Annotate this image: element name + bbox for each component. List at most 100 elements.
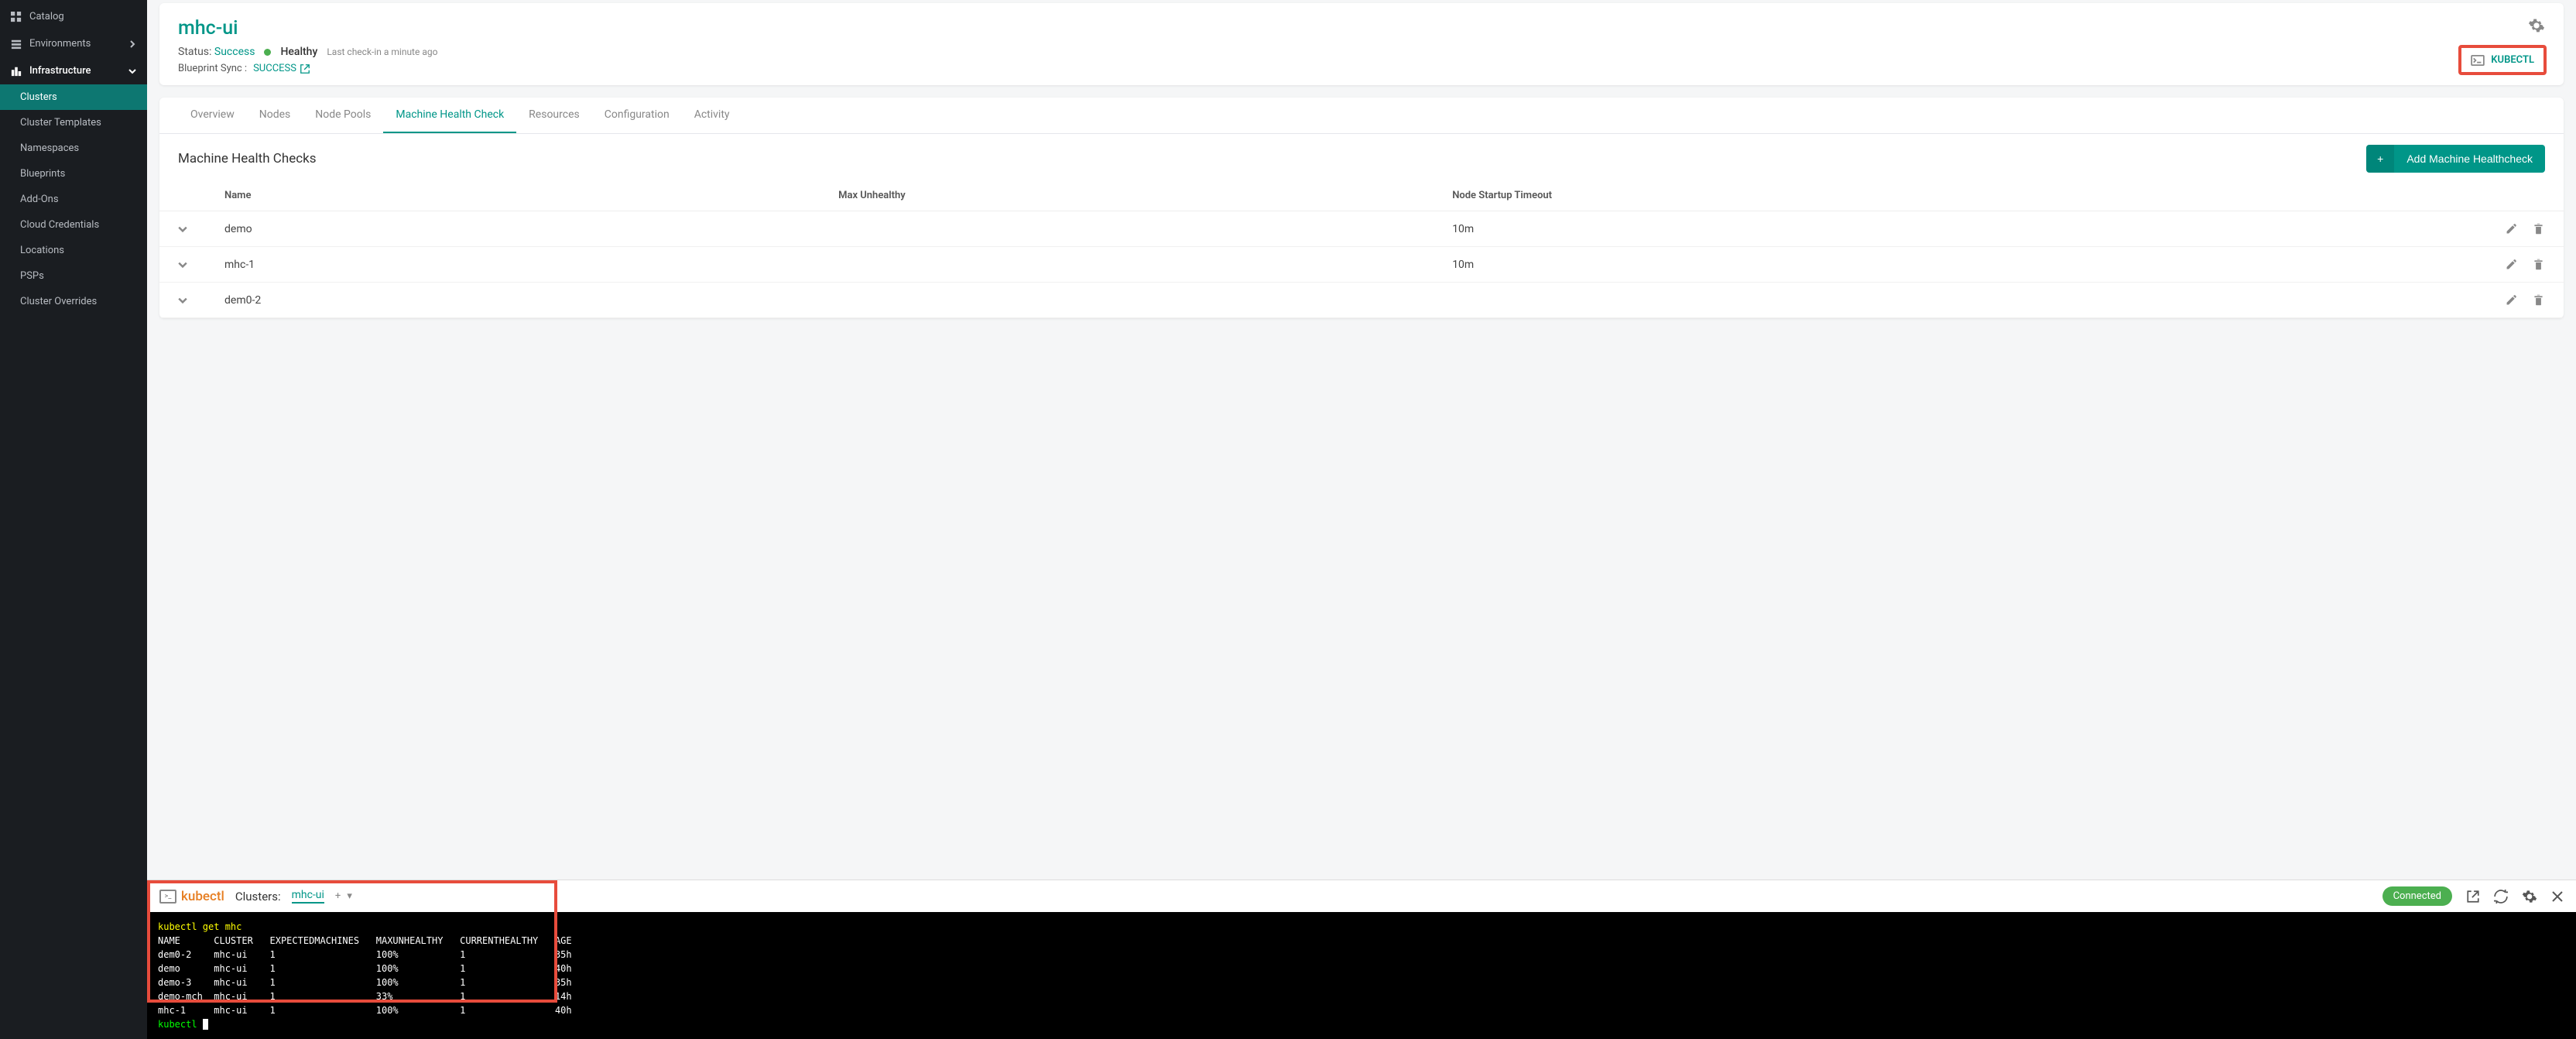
section-title: Machine Health Checks xyxy=(178,151,317,166)
health-text: Healthy xyxy=(280,46,317,58)
sidebar-item-blueprints[interactable]: Blueprints xyxy=(0,161,147,187)
tab-node-pools[interactable]: Node Pools xyxy=(303,98,383,133)
add-cluster-icon[interactable]: + xyxy=(335,890,341,902)
status-value: Success xyxy=(214,46,255,58)
col-header-max: Max Unhealthy xyxy=(838,190,1452,201)
terminal-body[interactable]: kubectl get mhc NAME CLUSTER EXPECTEDMAC… xyxy=(147,912,2576,1039)
kubectl-button-label: KUBECTL xyxy=(2491,54,2534,66)
sidebar-item-cluster-templates[interactable]: Cluster Templates xyxy=(0,110,147,135)
terminal-row: demo-3 mhc-ui 1 100% 1 35h xyxy=(158,977,572,988)
kubectl-logo-text: kubectl xyxy=(181,889,224,904)
tabs: Overview Nodes Node Pools Machine Health… xyxy=(159,98,2564,134)
cluster-dropdown-icon[interactable]: ▾ xyxy=(347,890,352,902)
cluster-selector[interactable]: mhc-ui xyxy=(292,889,324,904)
table-row: demo 10m xyxy=(159,211,2564,247)
clusters-label: Clusters: xyxy=(235,890,281,904)
plus-icon: + xyxy=(2366,145,2394,173)
expand-icon[interactable] xyxy=(178,225,187,234)
kubectl-logo: >_ kubectl xyxy=(159,889,224,904)
city-icon xyxy=(11,66,22,77)
sidebar-label: Catalog xyxy=(29,11,64,22)
mhc-table: Name Max Unhealthy Node Startup Timeout … xyxy=(159,180,2564,318)
cell-name: dem0-2 xyxy=(224,294,838,307)
expand-icon[interactable] xyxy=(178,296,187,305)
cursor-icon xyxy=(203,1019,208,1030)
close-icon[interactable] xyxy=(2551,890,2564,903)
blueprint-value: SUCCESS xyxy=(253,63,296,74)
add-machine-healthcheck-button[interactable]: + Add Machine Healthcheck xyxy=(2366,145,2545,173)
terminal-row: dem0-2 mhc-ui 1 100% 1 35h xyxy=(158,949,572,960)
cluster-header-card: mhc-ui Status: Success Healthy Last chec… xyxy=(159,3,2564,85)
sidebar-item-cloud-credentials[interactable]: Cloud Credentials xyxy=(0,212,147,238)
sidebar-label: Locations xyxy=(20,245,64,256)
open-external-icon[interactable] xyxy=(2466,890,2480,904)
chevron-down-icon xyxy=(128,67,136,75)
health-dot-icon xyxy=(264,49,271,56)
table-row: mhc-1 10m xyxy=(159,247,2564,283)
edit-icon[interactable] xyxy=(2505,222,2518,235)
gear-icon[interactable] xyxy=(2522,889,2537,904)
col-header-name: Name xyxy=(224,190,838,201)
sidebar-item-infrastructure[interactable]: Infrastructure xyxy=(0,57,147,84)
terminal-row: demo-mch mhc-ui 1 33% 1 14h xyxy=(158,991,572,1002)
tab-overview[interactable]: Overview xyxy=(178,98,247,133)
expand-icon[interactable] xyxy=(178,260,187,269)
terminal-headers: NAME CLUSTER EXPECTEDMACHINES MAXUNHEALT… xyxy=(158,935,572,946)
tab-configuration[interactable]: Configuration xyxy=(592,98,682,133)
refresh-icon[interactable] xyxy=(2494,890,2508,904)
delete-icon[interactable] xyxy=(2532,258,2545,271)
table-row: dem0-2 xyxy=(159,283,2564,318)
tab-nodes[interactable]: Nodes xyxy=(247,98,303,133)
tab-machine-health-check[interactable]: Machine Health Check xyxy=(383,98,516,133)
col-header-timeout: Node Startup Timeout xyxy=(1452,190,2475,201)
open-external-icon xyxy=(300,63,310,74)
sidebar-item-clusters[interactable]: Clusters xyxy=(0,84,147,110)
sidebar-label: Environments xyxy=(29,38,91,50)
sidebar-label: PSPs xyxy=(20,270,44,282)
sidebar-item-locations[interactable]: Locations xyxy=(0,238,147,263)
blueprint-label: Blueprint Sync : xyxy=(178,63,247,74)
tab-resources[interactable]: Resources xyxy=(516,98,592,133)
sidebar-item-cluster-overrides[interactable]: Cluster Overrides xyxy=(0,289,147,314)
sidebar-item-catalog[interactable]: Catalog xyxy=(0,3,147,30)
page-title: mhc-ui xyxy=(178,17,437,39)
gear-icon[interactable] xyxy=(2528,17,2545,34)
delete-icon[interactable] xyxy=(2532,293,2545,307)
kubectl-button[interactable]: KUBECTL xyxy=(2460,46,2545,74)
terminal-row: mhc-1 mhc-ui 1 100% 1 40h xyxy=(158,1005,572,1016)
sidebar-label: Namespaces xyxy=(20,142,79,154)
tab-activity[interactable]: Activity xyxy=(682,98,742,133)
add-button-label: Add Machine Healthcheck xyxy=(2394,145,2545,173)
status-label: Status: xyxy=(178,46,211,58)
sidebar-label: Add-Ons xyxy=(20,194,59,205)
cell-timeout: 10m xyxy=(1452,259,2475,271)
layers-icon xyxy=(11,39,22,50)
blueprint-sync-link[interactable]: SUCCESS xyxy=(253,63,310,74)
terminal-icon: >_ xyxy=(159,890,176,904)
sidebar: Catalog Environments Infrastructure Clus… xyxy=(0,0,147,1039)
grid-icon xyxy=(11,12,22,22)
terminal-icon xyxy=(2471,55,2485,66)
cell-timeout: 10m xyxy=(1452,223,2475,235)
sidebar-item-psps[interactable]: PSPs xyxy=(0,263,147,289)
sidebar-item-addons[interactable]: Add-Ons xyxy=(0,187,147,212)
edit-icon[interactable] xyxy=(2505,293,2518,307)
sidebar-item-environments[interactable]: Environments xyxy=(0,30,147,57)
sidebar-label: Cluster Overrides xyxy=(20,296,97,307)
cell-name: mhc-1 xyxy=(224,259,838,271)
cell-name: demo xyxy=(224,223,838,235)
chevron-right-icon xyxy=(128,40,136,48)
sidebar-label: Cluster Templates xyxy=(20,117,101,129)
mhc-card: Overview Nodes Node Pools Machine Health… xyxy=(159,98,2564,318)
terminal-command: kubectl get mhc xyxy=(158,921,242,932)
sidebar-label: Cloud Credentials xyxy=(20,219,99,231)
sidebar-item-namespaces[interactable]: Namespaces xyxy=(0,135,147,161)
sidebar-label: Infrastructure xyxy=(29,65,91,77)
delete-icon[interactable] xyxy=(2532,222,2545,235)
connected-badge: Connected xyxy=(2382,886,2452,906)
terminal-panel: >_ kubectl Clusters: mhc-ui + ▾ Connecte… xyxy=(147,880,2576,1039)
sidebar-label: Blueprints xyxy=(20,168,65,180)
edit-icon[interactable] xyxy=(2505,258,2518,271)
last-checkin: Last check-in a minute ago xyxy=(327,46,437,57)
sidebar-label: Clusters xyxy=(20,91,57,103)
